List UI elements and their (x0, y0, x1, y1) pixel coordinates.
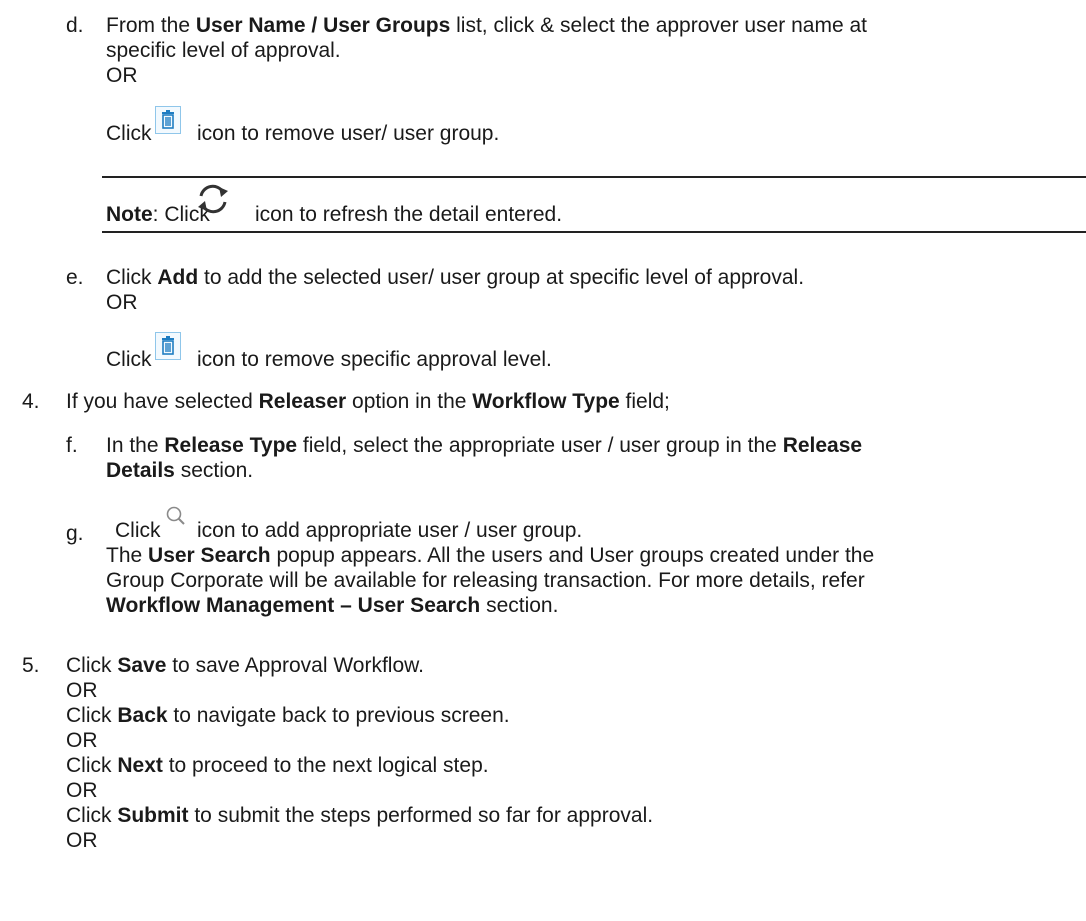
item-g-click: Click (115, 519, 161, 542)
step5-or-2: OR (66, 729, 98, 752)
note-after-icon: icon to refresh the detail entered. (255, 203, 563, 226)
refresh-icon (192, 179, 234, 219)
item-d-line1: From the User Name / User Groups list, c… (106, 14, 867, 37)
item-d-after-icon: icon to remove user/ user group. (197, 122, 500, 145)
step5-next-line: Click Next to proceed to the next logica… (66, 754, 489, 777)
workflow-management-term: Workflow Management – User Search (106, 594, 481, 617)
step4-text: If you have selected Releaser option in … (66, 390, 670, 413)
item-e-or: OR (106, 291, 138, 314)
list-marker-d: d. (66, 14, 84, 37)
back-term: Back (117, 704, 168, 727)
item-g-line2: The User Search popup appears. All the u… (106, 544, 875, 567)
trash-icon (155, 106, 181, 134)
item-d-or: OR (106, 64, 138, 87)
details-term: Details (106, 459, 175, 482)
user-search-term: User Search (148, 544, 271, 567)
list-marker-4: 4. (22, 390, 40, 413)
user-name-groups-term: User Name / User Groups (195, 14, 451, 37)
note-top-rule (102, 176, 1086, 178)
step5-or-4: OR (66, 829, 98, 852)
item-d-line2: specific level of approval. (106, 39, 341, 62)
trash-icon (155, 332, 181, 360)
item-f-line1: In the Release Type field, select the ap… (106, 434, 863, 457)
note-label: Note (106, 203, 153, 226)
step5-back-line: Click Back to navigate back to previous … (66, 704, 510, 727)
step5-or-3: OR (66, 779, 98, 802)
item-e-line1: Click Add to add the selected user/ user… (106, 266, 805, 289)
item-g-line3: Group Corporate will be available for re… (106, 569, 865, 592)
search-icon (163, 504, 189, 528)
submit-term: Submit (117, 804, 189, 827)
item-d-click: Click (106, 122, 152, 145)
workflow-type-term: Workflow Type (472, 390, 620, 413)
list-marker-f: f. (66, 434, 78, 457)
add-term: Add (157, 266, 199, 289)
step5-submit-line: Click Submit to submit the steps perform… (66, 804, 654, 827)
list-marker-5: 5. (22, 654, 40, 677)
item-f-line2: Details section. (106, 459, 254, 482)
release-term: Release (782, 434, 863, 457)
list-marker-g: g. (66, 522, 84, 545)
list-marker-e: e. (66, 266, 84, 289)
step5-or-1: OR (66, 679, 98, 702)
next-term: Next (117, 754, 163, 777)
release-type-term: Release Type (164, 434, 298, 457)
note-bottom-rule (102, 231, 1086, 233)
releaser-term: Releaser (258, 390, 347, 413)
item-e-click: Click (106, 348, 152, 371)
item-e-after-icon: icon to remove specific approval level. (197, 348, 552, 371)
step5-save-line: Click Save to save Approval Workflow. (66, 654, 424, 677)
save-term: Save (117, 654, 167, 677)
item-g-line4: Workflow Management – User Search sectio… (106, 594, 559, 617)
item-g-after-icon: icon to add appropriate user / user grou… (197, 519, 583, 542)
